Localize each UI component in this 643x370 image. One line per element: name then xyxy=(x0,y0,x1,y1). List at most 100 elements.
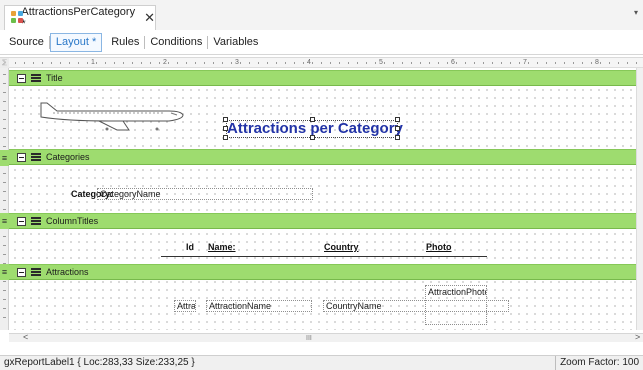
column-title-id[interactable]: Id xyxy=(186,242,194,253)
column-title-name[interactable]: Name: xyxy=(208,242,236,253)
ruler-tick xyxy=(141,62,142,64)
tab-rules[interactable]: Rules xyxy=(106,35,146,49)
zoom-factor[interactable]: Zoom Factor: 100 xyxy=(555,356,643,370)
band-title[interactable]: Title xyxy=(9,70,636,86)
close-tab-icon[interactable]: ✕ xyxy=(144,10,155,26)
ruler-tick xyxy=(3,317,6,318)
tab-overflow-icon[interactable]: ▾ xyxy=(634,8,638,17)
ruler-tick xyxy=(627,62,628,64)
ruler-number: 7 xyxy=(523,59,527,66)
resize-handle[interactable] xyxy=(395,126,400,131)
ruler-tick xyxy=(573,62,574,64)
ruler-tick xyxy=(3,209,6,210)
horizontal-ruler: 1 2 3 4 5 6 7 8 xyxy=(9,58,643,68)
resize-handle[interactable] xyxy=(310,117,315,122)
ruler-tick xyxy=(24,62,25,64)
ruler-tick xyxy=(267,62,268,64)
ruler-tick xyxy=(3,74,6,75)
band-categories[interactable]: Categories xyxy=(9,149,636,165)
ruler-tick xyxy=(3,173,6,174)
ruler-number: 3 xyxy=(235,59,239,66)
band-label-column-titles: ColumnTitles xyxy=(46,216,99,226)
ruler-tick xyxy=(555,62,556,64)
report-canvas[interactable]: Title Attractions per Category Categorie… xyxy=(9,68,636,330)
horizontal-scrollbar[interactable]: < III > xyxy=(9,333,643,342)
ruler-tick xyxy=(222,62,223,64)
resize-handle[interactable] xyxy=(310,135,315,140)
attraction-id-field[interactable]: Attra xyxy=(174,300,196,312)
ruler-tick xyxy=(618,62,619,64)
scroll-grip-icon[interactable]: III xyxy=(306,335,312,342)
band-icon xyxy=(31,217,41,225)
ruler-tick xyxy=(3,110,6,111)
band-column-titles[interactable]: ColumnTitles xyxy=(9,213,636,229)
ruler-tick xyxy=(213,62,214,64)
resize-handle[interactable] xyxy=(223,117,228,122)
resize-handle[interactable] xyxy=(223,135,228,140)
ruler-tick xyxy=(339,62,340,64)
column-title-photo[interactable]: Photo xyxy=(426,242,452,253)
vertical-scrollbar[interactable] xyxy=(636,68,643,330)
ruler-tick xyxy=(177,62,178,64)
ruler-number: 2 xyxy=(163,59,167,66)
ruler-tick xyxy=(3,182,6,183)
category-name-field[interactable]: CategoryName xyxy=(97,188,313,200)
tab-attractions-per-category[interactable]: AttractionsPerCategory * ✕ xyxy=(4,5,156,30)
column-titles-underline[interactable] xyxy=(161,256,487,257)
ruler-tick xyxy=(87,62,88,64)
ruler-tick xyxy=(411,62,412,64)
collapse-icon[interactable] xyxy=(17,267,26,277)
ruler-tick xyxy=(3,308,6,309)
ruler-tick xyxy=(33,62,34,64)
ruler-tick xyxy=(402,62,403,64)
ruler-tick xyxy=(105,62,106,64)
resize-handle[interactable] xyxy=(395,117,400,122)
band-icon xyxy=(31,268,41,276)
collapse-icon[interactable] xyxy=(17,73,26,83)
tab-source[interactable]: Source xyxy=(4,35,50,49)
ruler-number: 5 xyxy=(379,59,383,66)
collapse-icon[interactable] xyxy=(17,216,26,226)
tab-variables[interactable]: Variables xyxy=(208,36,263,49)
ruler-tick xyxy=(492,62,493,64)
ruler-tick xyxy=(591,62,592,64)
ruler-tick xyxy=(60,62,61,64)
ruler-tick xyxy=(285,62,286,64)
tab-title: AttractionsPerCategory * xyxy=(21,6,136,30)
ruler-tick xyxy=(321,62,322,64)
band-marker: ≡ xyxy=(0,264,9,280)
ruler-tick xyxy=(3,236,6,237)
band-label-categories: Categories xyxy=(46,152,90,162)
attraction-name-field[interactable]: AttractionName xyxy=(206,300,312,312)
resize-handle[interactable] xyxy=(395,135,400,140)
band-attractions[interactable]: Attractions xyxy=(9,264,636,280)
band-label-attractions: Attractions xyxy=(46,267,89,277)
collapse-icon[interactable] xyxy=(17,152,26,162)
scroll-left-icon[interactable]: < xyxy=(23,333,28,342)
ruler-tick xyxy=(3,119,6,120)
band-label-title: Title xyxy=(46,73,63,83)
layout-designer: ⅀ 1 2 3 4 5 6 7 8 ≡ ≡ ≡ Title Attraction… xyxy=(0,57,643,342)
ruler-tick xyxy=(3,200,6,201)
resize-handle[interactable] xyxy=(223,126,228,131)
ruler-tick xyxy=(528,62,529,64)
ruler-tick xyxy=(3,146,6,147)
column-title-country[interactable]: Country xyxy=(324,242,359,253)
ruler-tick xyxy=(447,62,448,64)
ruler-tick xyxy=(420,62,421,64)
country-name-field[interactable]: CountryName xyxy=(323,300,509,312)
airplane-image[interactable] xyxy=(37,99,187,133)
ruler-tick xyxy=(150,62,151,64)
ruler-tick xyxy=(51,62,52,64)
tab-conditions[interactable]: Conditions xyxy=(145,35,209,49)
ruler-tick xyxy=(393,62,394,64)
status-bar: gxReportLabel1 { Loc:283,33 Size:233,25 … xyxy=(0,355,643,370)
ruler-tick xyxy=(186,62,187,64)
ruler-tick xyxy=(303,62,304,64)
scroll-right-icon[interactable]: > xyxy=(635,333,640,342)
ruler-tick xyxy=(366,62,367,64)
ruler-tick xyxy=(474,62,475,64)
tab-layout[interactable]: Layout * xyxy=(49,32,103,52)
ruler-tick xyxy=(384,62,385,64)
ruler-tick xyxy=(204,62,205,64)
